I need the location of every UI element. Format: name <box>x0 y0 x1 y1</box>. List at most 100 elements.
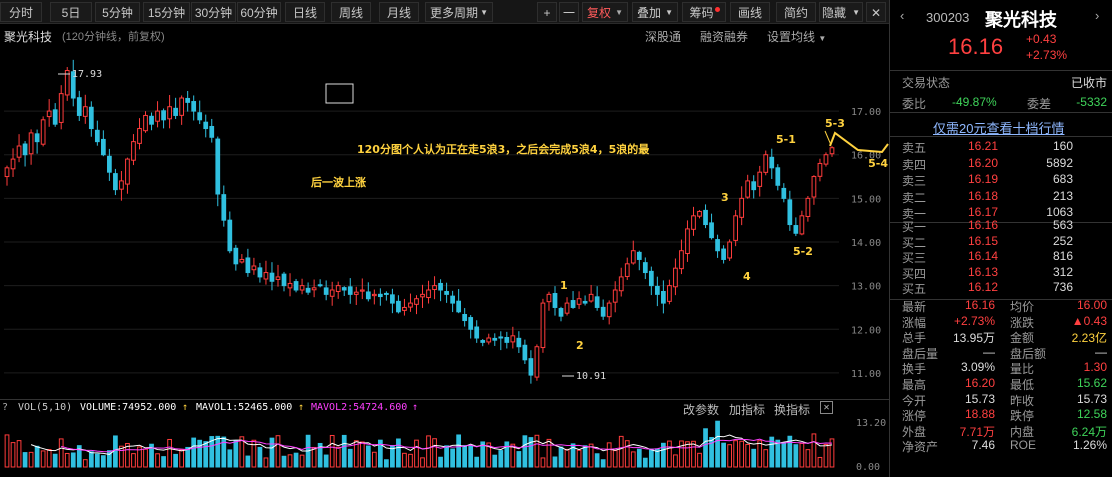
stat-label: ROE <box>1010 438 1037 453</box>
candle-body <box>594 296 600 308</box>
ask-row-1[interactable]: 卖五 16.21 160 <box>890 139 1112 156</box>
draw-line-button[interactable]: 画线 <box>730 2 770 22</box>
volume-bar <box>257 446 263 468</box>
bid-row-2[interactable]: 买二 16.15 252 <box>890 234 1112 251</box>
mavol2-value: MAVOL2:54724.600 <box>311 402 408 413</box>
wave-label-5-2: 5-2 <box>793 245 813 258</box>
bid-row-5[interactable]: 买五 16.12 736 <box>890 280 1112 297</box>
stat-label: 涨跌 <box>1010 315 1035 330</box>
stat-value: 15.73 <box>964 391 995 406</box>
volume-bar <box>275 435 281 468</box>
vol-name: VOL(5,10) <box>18 402 73 413</box>
ask-row-4[interactable]: 卖二 16.18 213 <box>890 189 1112 206</box>
zoom-out-button[interactable]: 一 <box>559 2 579 22</box>
candle-body <box>384 292 389 295</box>
volume-bar <box>203 441 209 468</box>
candle-body <box>540 302 546 349</box>
bid-row-3[interactable]: 买三 16.14 816 <box>890 249 1112 266</box>
volume-bar <box>143 448 148 468</box>
high-label: 17.93 <box>72 69 102 80</box>
candle-body <box>221 194 227 221</box>
bid-vol: 252 <box>1052 233 1073 248</box>
candle-body <box>149 115 154 125</box>
level10-promo-link[interactable]: 仅需20元查看十档行情 <box>933 118 1064 137</box>
bid-price: 16.14 <box>968 249 999 263</box>
candle-body <box>329 289 335 297</box>
stat-value: 18.88 <box>964 407 995 422</box>
arrow-up-icon: ↑ <box>412 402 419 413</box>
candle-body <box>648 270 654 287</box>
price-change: +0.43 <box>1026 32 1057 46</box>
volume-bar <box>504 441 510 468</box>
candle-body <box>209 125 215 138</box>
volume-bar <box>245 455 251 468</box>
zoom-in-button[interactable]: + <box>537 2 557 22</box>
add-indicator-button[interactable]: 加指标 <box>729 401 765 418</box>
bid-row-4[interactable]: 买四 16.13 312 <box>890 265 1112 282</box>
close-icon[interactable]: ✕ <box>866 2 886 22</box>
candle-body <box>371 293 377 297</box>
volume-bar <box>10 442 16 468</box>
candle-body <box>468 317 474 330</box>
ask-row-3[interactable]: 卖三 16.19 683 <box>890 172 1112 189</box>
margin-trading-link[interactable]: 融资融券 <box>700 28 748 45</box>
ask-price: 16.21 <box>968 139 999 153</box>
candle-body <box>582 300 588 304</box>
chips-button[interactable]: 筹码 <box>682 2 726 22</box>
volume-bar <box>558 446 564 468</box>
candlestick-chart[interactable]: 17.0016.0015.0014.0013.0012.0011.00 120分… <box>0 46 889 399</box>
candle-body <box>757 171 763 187</box>
candle-body <box>257 267 263 278</box>
volume-bar <box>624 440 630 468</box>
switch-indicator-button[interactable]: 换指标 <box>774 401 810 418</box>
ask-price: 16.20 <box>968 155 999 170</box>
period-fenshi-button[interactable]: 分时 <box>0 2 42 22</box>
volume-bar <box>462 445 468 468</box>
volume-bar <box>384 459 389 468</box>
period-month-button[interactable]: 月线 <box>379 2 419 22</box>
fuquan-dropdown[interactable]: 复权 ▼ <box>582 2 628 22</box>
stats-row: 换手 3.09% 量比 1.30 <box>890 360 1112 377</box>
edit-params-button[interactable]: 改参数 <box>683 401 719 418</box>
annotation-note-line2: 后一波上涨 <box>311 175 366 189</box>
ask-row-2[interactable]: 卖四 16.20 5892 <box>890 156 1112 173</box>
stat-label: 均价 <box>1010 300 1035 314</box>
volume-bar <box>805 449 811 468</box>
help-icon[interactable]: ? <box>2 402 8 413</box>
candle-body <box>414 298 419 305</box>
volume-bar <box>402 452 407 468</box>
volume-bar <box>691 440 696 468</box>
period-5day-button[interactable]: 5日 <box>50 2 92 22</box>
bid-row-1[interactable]: 买一 16.16 563 <box>890 218 1112 235</box>
period-day-button[interactable]: 日线 <box>285 2 325 22</box>
more-periods-dropdown[interactable]: 更多周期 ▼ <box>425 2 493 22</box>
more-periods-label: 更多周期 <box>430 6 479 20</box>
overlay-dropdown[interactable]: 叠加 ▼ <box>632 2 678 22</box>
volume-bar <box>40 450 46 468</box>
hide-dropdown[interactable]: 隐藏 ▼ <box>819 2 863 22</box>
volume-value: VOLUME:74952.000 <box>80 402 177 413</box>
volume-chart[interactable]: 13.20 0.00 <box>0 417 889 477</box>
candle-body <box>739 197 745 218</box>
candle-body <box>624 263 630 277</box>
candle-body <box>630 250 636 264</box>
period-week-button[interactable]: 周线 <box>331 2 371 22</box>
chevron-right-icon[interactable]: › <box>1095 8 1099 23</box>
volume-bar <box>438 456 443 468</box>
candle-body <box>143 114 148 132</box>
ma-settings-dropdown[interactable]: 设置均线 ▼ <box>767 28 826 45</box>
chart-subtitle: (120分钟线，前复权) <box>62 31 165 43</box>
candle-body <box>444 291 449 295</box>
bid-vol: 312 <box>1052 264 1073 279</box>
period-30min-button[interactable]: 30分钟 <box>191 2 236 22</box>
simple-mode-button[interactable]: 简约 <box>776 2 816 22</box>
volume-bar <box>341 434 347 468</box>
volume-bar <box>618 435 624 468</box>
close-icon[interactable]: ✕ <box>820 401 833 414</box>
candle-body <box>709 222 714 239</box>
shenguotong-link[interactable]: 深股通 <box>645 28 681 45</box>
chevron-left-icon[interactable]: ‹ <box>900 8 904 23</box>
period-60min-button[interactable]: 60分钟 <box>237 2 281 22</box>
period-15min-button[interactable]: 15分钟 <box>143 2 190 22</box>
period-5min-button[interactable]: 5分钟 <box>95 2 140 22</box>
